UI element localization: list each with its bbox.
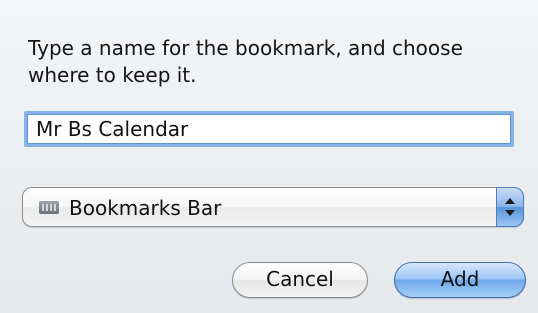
chevron-up-icon — [505, 198, 515, 204]
popup-stepper[interactable] — [496, 187, 524, 227]
bookmarks-bar-icon — [39, 201, 59, 214]
cancel-button[interactable]: Cancel — [232, 262, 368, 298]
chevron-down-icon — [505, 210, 515, 216]
bookmark-location-select[interactable]: Bookmarks Bar — [22, 187, 524, 227]
dialog-prompt: Type a name for the bookmark, and choose… — [28, 36, 463, 87]
bookmark-name-field[interactable] — [24, 111, 514, 147]
bookmark-location-label: Bookmarks Bar — [69, 196, 222, 220]
add-bookmark-sheet: ​ ​ ​ Type a name for the bookmark, and … — [0, 0, 538, 313]
add-button[interactable]: Add — [394, 262, 526, 298]
